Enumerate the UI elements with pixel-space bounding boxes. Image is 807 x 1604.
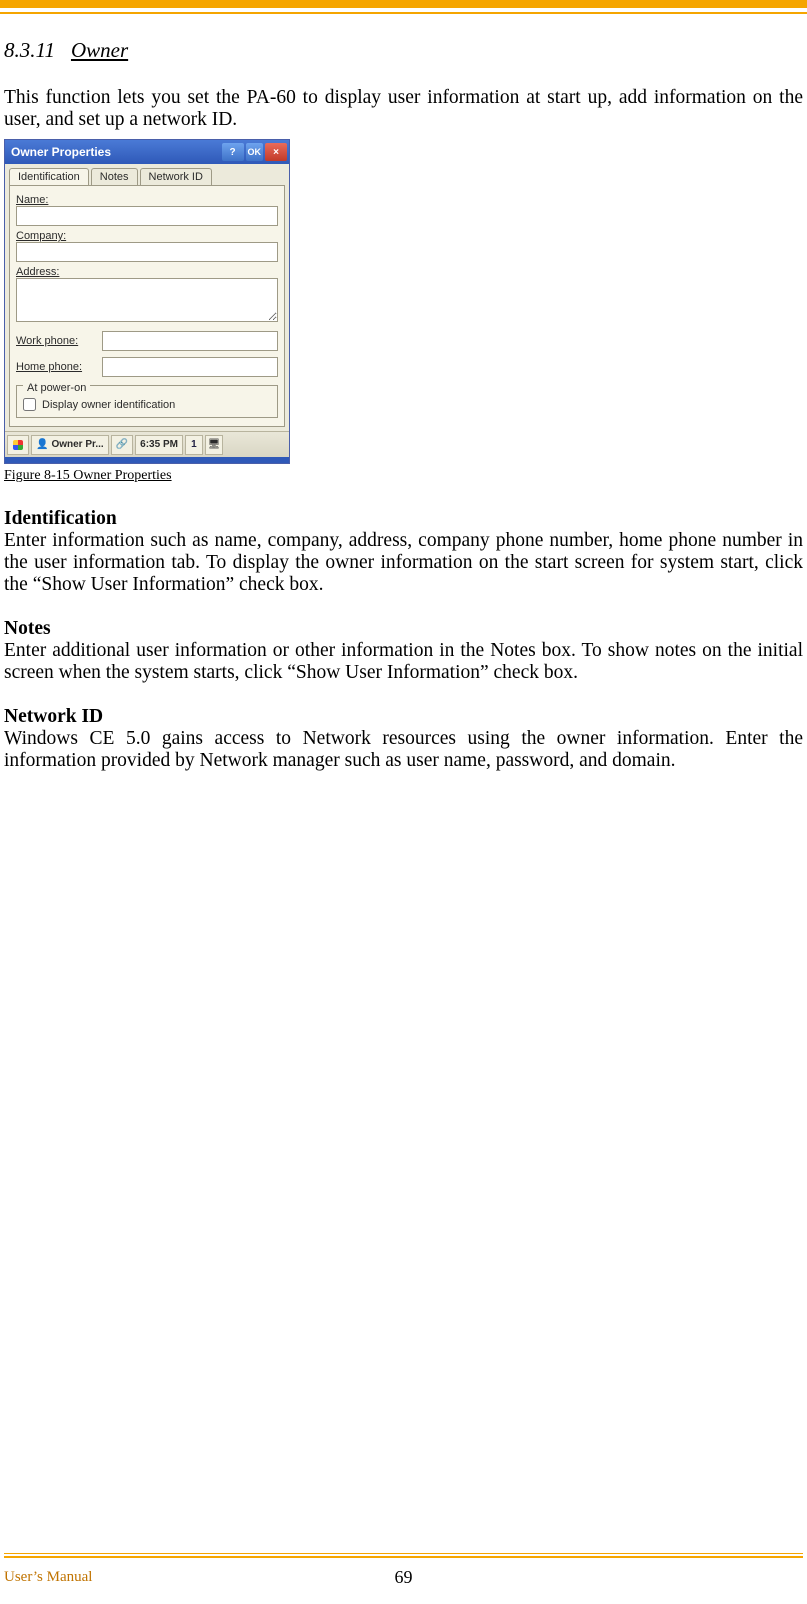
identification-paragraph: Enter information such as name, company,…	[4, 530, 803, 596]
page-number: 69	[395, 1567, 413, 1588]
tab-network-id[interactable]: Network ID	[140, 168, 212, 185]
intro-paragraph: This function lets you set the PA-60 to …	[4, 87, 803, 131]
tabstrip: Identification Notes Network ID	[5, 164, 289, 185]
tab-body: Name: Company: Address: Work phone: Home…	[9, 185, 285, 427]
display-owner-checkbox[interactable]	[23, 398, 36, 411]
taskbar: 👤 Owner Pr... 🔗 6:35 PM 1 🖥	[5, 431, 289, 457]
poweron-legend: At power-on	[23, 382, 90, 394]
taskbar-connection-item[interactable]: 🔗	[111, 435, 133, 455]
notes-heading: Notes	[4, 618, 803, 640]
footer-label: User’s Manual	[4, 1569, 92, 1586]
taskbar-owner-label: Owner Pr...	[51, 439, 103, 450]
windows-flag-icon	[13, 440, 23, 450]
help-button[interactable]: ?	[222, 143, 244, 161]
titlebar: Owner Properties ? OK ×	[5, 140, 289, 164]
label-work-phone: Work phone:	[16, 335, 96, 347]
taskbar-tray-icon[interactable]: 🖥	[205, 435, 223, 455]
notes-paragraph: Enter additional user information or oth…	[4, 640, 803, 684]
company-input[interactable]	[16, 242, 278, 262]
owner-properties-window: Owner Properties ? OK × Identification N…	[4, 139, 290, 464]
connection-icon: 🔗	[116, 439, 128, 450]
tab-identification[interactable]: Identification	[9, 168, 89, 185]
close-button[interactable]: ×	[265, 143, 287, 161]
page-content: 8.3.11 Owner This function lets you set t…	[0, 14, 807, 772]
section-name: Owner	[71, 38, 128, 62]
display-owner-label: Display owner identification	[42, 399, 175, 411]
header-bar-thick	[0, 0, 807, 8]
footer-rule-thin	[4, 1553, 803, 1554]
poweron-fieldset: At power-on Display owner identification	[16, 385, 278, 418]
work-phone-input[interactable]	[102, 331, 278, 351]
name-input[interactable]	[16, 206, 278, 226]
networkid-paragraph: Windows CE 5.0 gains access to Network r…	[4, 728, 803, 772]
label-home-phone: Home phone:	[16, 361, 96, 373]
person-icon: 👤	[36, 439, 48, 450]
address-input[interactable]	[16, 278, 278, 322]
tab-notes[interactable]: Notes	[91, 168, 138, 185]
label-company: Company:	[16, 230, 278, 242]
footer-rule-thick	[4, 1556, 803, 1558]
section-number: 8.3.11	[4, 38, 55, 62]
section-title: 8.3.11 Owner	[4, 38, 803, 63]
window-title: Owner Properties	[11, 145, 220, 159]
taskbar-owner-item[interactable]: 👤 Owner Pr...	[31, 435, 109, 455]
identification-heading: Identification	[4, 508, 803, 530]
home-phone-input[interactable]	[102, 357, 278, 377]
taskbar-clock[interactable]: 6:35 PM	[135, 435, 183, 455]
taskbar-indicator-1[interactable]: 1	[185, 435, 203, 455]
figure-caption: Figure 8-15 Owner Properties	[4, 468, 803, 484]
label-address: Address:	[16, 266, 278, 278]
desktop-icon: 🖥	[208, 439, 221, 450]
ok-button[interactable]: OK	[246, 143, 264, 161]
label-name: Name:	[16, 194, 278, 206]
start-button[interactable]	[7, 435, 29, 455]
networkid-heading: Network ID	[4, 706, 803, 728]
page-footer: User’s Manual 69	[4, 1569, 803, 1586]
window-bottom-border	[5, 457, 289, 463]
